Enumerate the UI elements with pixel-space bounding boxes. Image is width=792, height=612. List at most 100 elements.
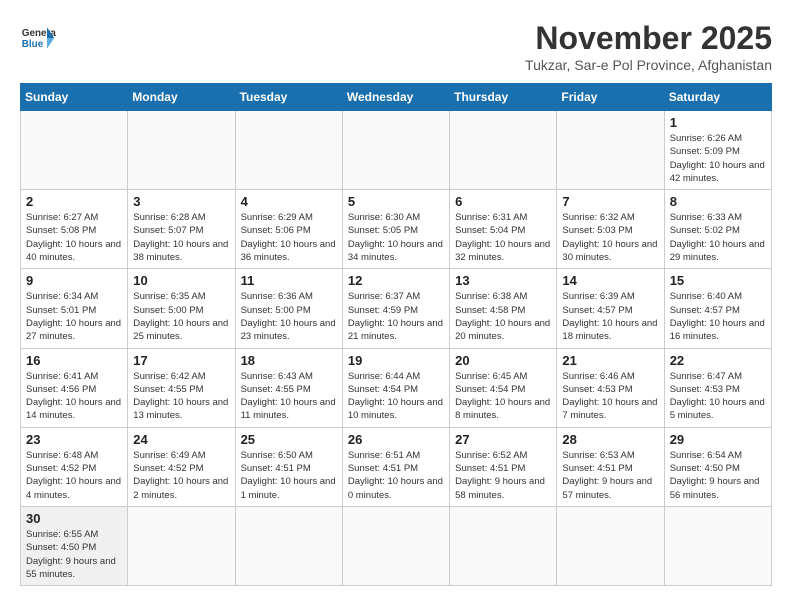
day-info: Sunrise: 6:33 AM Sunset: 5:02 PM Dayligh…: [670, 211, 766, 264]
day-number: 9: [26, 273, 122, 288]
calendar-day-cell: 10Sunrise: 6:35 AM Sunset: 5:00 PM Dayli…: [128, 269, 235, 348]
calendar-day-cell: 15Sunrise: 6:40 AM Sunset: 4:57 PM Dayli…: [664, 269, 771, 348]
day-number: 7: [562, 194, 658, 209]
logo: General Blue: [20, 20, 56, 56]
calendar-table: SundayMondayTuesdayWednesdayThursdayFrid…: [20, 83, 772, 586]
calendar-day-cell: [128, 111, 235, 190]
day-info: Sunrise: 6:27 AM Sunset: 5:08 PM Dayligh…: [26, 211, 122, 264]
day-info: Sunrise: 6:30 AM Sunset: 5:05 PM Dayligh…: [348, 211, 444, 264]
calendar-day-cell: [557, 111, 664, 190]
day-info: Sunrise: 6:36 AM Sunset: 5:00 PM Dayligh…: [241, 290, 337, 343]
day-number: 27: [455, 432, 551, 447]
calendar-week-row: 2 Sunrise: 6:27 AM Sunset: 5:08 PM Daylig…: [21, 190, 772, 269]
day-number: 26: [348, 432, 444, 447]
calendar-day-cell: 30 Sunrise: 6:55 AM Sunset: 4:50 PM Dayli…: [21, 506, 128, 585]
calendar-day-cell: 21 Sunrise: 6:46 AM Sunset: 4:53 PM Dayli…: [557, 348, 664, 427]
calendar-day-cell: 22Sunrise: 6:47 AM Sunset: 4:53 PM Dayli…: [664, 348, 771, 427]
calendar-day-cell: 9 Sunrise: 6:34 AM Sunset: 5:01 PM Daylig…: [21, 269, 128, 348]
day-info: Sunrise: 6:34 AM Sunset: 5:01 PM Dayligh…: [26, 290, 122, 343]
calendar-day-cell: 11 Sunrise: 6:36 AM Sunset: 5:00 PM Dayli…: [235, 269, 342, 348]
calendar-day-cell: 1Sunrise: 6:26 AM Sunset: 5:09 PM Daylig…: [664, 111, 771, 190]
calendar-day-cell: [342, 111, 449, 190]
day-info: Sunrise: 6:54 AM Sunset: 4:50 PM Dayligh…: [670, 449, 766, 502]
day-info: Sunrise: 6:46 AM Sunset: 4:53 PM Dayligh…: [562, 370, 658, 423]
day-number: 22: [670, 353, 766, 368]
day-number: 13: [455, 273, 551, 288]
calendar-day-cell: [235, 506, 342, 585]
calendar-day-cell: [128, 506, 235, 585]
day-info: Sunrise: 6:44 AM Sunset: 4:54 PM Dayligh…: [348, 370, 444, 423]
column-header-saturday: Saturday: [664, 84, 771, 111]
calendar-day-cell: [450, 111, 557, 190]
calendar-day-cell: [450, 506, 557, 585]
calendar-day-cell: 12 Sunrise: 6:37 AM Sunset: 4:59 PM Dayli…: [342, 269, 449, 348]
day-number: 23: [26, 432, 122, 447]
day-info: Sunrise: 6:52 AM Sunset: 4:51 PM Dayligh…: [455, 449, 551, 502]
calendar-day-cell: 8 Sunrise: 6:33 AM Sunset: 5:02 PM Daylig…: [664, 190, 771, 269]
calendar-day-cell: 20 Sunrise: 6:45 AM Sunset: 4:54 PM Dayli…: [450, 348, 557, 427]
column-header-wednesday: Wednesday: [342, 84, 449, 111]
day-info: Sunrise: 6:53 AM Sunset: 4:51 PM Dayligh…: [562, 449, 658, 502]
month-title: November 2025: [525, 20, 772, 57]
calendar-week-row: 23 Sunrise: 6:48 AM Sunset: 4:52 PM Dayli…: [21, 427, 772, 506]
calendar-day-cell: 16Sunrise: 6:41 AM Sunset: 4:56 PM Dayli…: [21, 348, 128, 427]
day-info: Sunrise: 6:48 AM Sunset: 4:52 PM Dayligh…: [26, 449, 122, 502]
calendar-day-cell: 13Sunrise: 6:38 AM Sunset: 4:58 PM Dayli…: [450, 269, 557, 348]
day-number: 10: [133, 273, 229, 288]
day-number: 16: [26, 353, 122, 368]
day-number: 12: [348, 273, 444, 288]
day-info: Sunrise: 6:50 AM Sunset: 4:51 PM Dayligh…: [241, 449, 337, 502]
day-info: Sunrise: 6:42 AM Sunset: 4:55 PM Dayligh…: [133, 370, 229, 423]
generalblue-logo-icon: General Blue: [20, 20, 56, 56]
day-info: Sunrise: 6:26 AM Sunset: 5:09 PM Dayligh…: [670, 132, 766, 185]
calendar-week-row: 30 Sunrise: 6:55 AM Sunset: 4:50 PM Dayli…: [21, 506, 772, 585]
day-number: 25: [241, 432, 337, 447]
day-number: 21: [562, 353, 658, 368]
page-header: General Blue November 2025 Tukzar, Sar-e…: [20, 20, 772, 73]
calendar-day-cell: 4 Sunrise: 6:29 AM Sunset: 5:06 PM Daylig…: [235, 190, 342, 269]
day-info: Sunrise: 6:37 AM Sunset: 4:59 PM Dayligh…: [348, 290, 444, 343]
day-number: 11: [241, 273, 337, 288]
column-header-sunday: Sunday: [21, 84, 128, 111]
day-number: 30: [26, 511, 122, 526]
day-info: Sunrise: 6:32 AM Sunset: 5:03 PM Dayligh…: [562, 211, 658, 264]
calendar-week-row: 9 Sunrise: 6:34 AM Sunset: 5:01 PM Daylig…: [21, 269, 772, 348]
day-info: Sunrise: 6:31 AM Sunset: 5:04 PM Dayligh…: [455, 211, 551, 264]
calendar-day-cell: 25 Sunrise: 6:50 AM Sunset: 4:51 PM Dayli…: [235, 427, 342, 506]
day-number: 6: [455, 194, 551, 209]
day-info: Sunrise: 6:40 AM Sunset: 4:57 PM Dayligh…: [670, 290, 766, 343]
day-number: 19: [348, 353, 444, 368]
title-block: November 2025 Tukzar, Sar-e Pol Province…: [525, 20, 772, 73]
day-number: 8: [670, 194, 766, 209]
day-info: Sunrise: 6:43 AM Sunset: 4:55 PM Dayligh…: [241, 370, 337, 423]
day-info: Sunrise: 6:49 AM Sunset: 4:52 PM Dayligh…: [133, 449, 229, 502]
calendar-day-cell: 5 Sunrise: 6:30 AM Sunset: 5:05 PM Daylig…: [342, 190, 449, 269]
day-number: 29: [670, 432, 766, 447]
calendar-day-cell: 26Sunrise: 6:51 AM Sunset: 4:51 PM Dayli…: [342, 427, 449, 506]
day-number: 20: [455, 353, 551, 368]
day-number: 18: [241, 353, 337, 368]
calendar-day-cell: 14Sunrise: 6:39 AM Sunset: 4:57 PM Dayli…: [557, 269, 664, 348]
day-info: Sunrise: 6:45 AM Sunset: 4:54 PM Dayligh…: [455, 370, 551, 423]
calendar-day-cell: 3Sunrise: 6:28 AM Sunset: 5:07 PM Daylig…: [128, 190, 235, 269]
calendar-day-cell: 7 Sunrise: 6:32 AM Sunset: 5:03 PM Daylig…: [557, 190, 664, 269]
calendar-day-cell: 24Sunrise: 6:49 AM Sunset: 4:52 PM Dayli…: [128, 427, 235, 506]
day-info: Sunrise: 6:55 AM Sunset: 4:50 PM Dayligh…: [26, 528, 122, 581]
calendar-header-row: SundayMondayTuesdayWednesdayThursdayFrid…: [21, 84, 772, 111]
day-number: 14: [562, 273, 658, 288]
day-info: Sunrise: 6:28 AM Sunset: 5:07 PM Dayligh…: [133, 211, 229, 264]
day-info: Sunrise: 6:29 AM Sunset: 5:06 PM Dayligh…: [241, 211, 337, 264]
calendar-day-cell: [557, 506, 664, 585]
column-header-friday: Friday: [557, 84, 664, 111]
column-header-monday: Monday: [128, 84, 235, 111]
day-number: 4: [241, 194, 337, 209]
calendar-day-cell: [235, 111, 342, 190]
day-number: 2: [26, 194, 122, 209]
day-number: 5: [348, 194, 444, 209]
column-header-tuesday: Tuesday: [235, 84, 342, 111]
calendar-day-cell: 2 Sunrise: 6:27 AM Sunset: 5:08 PM Daylig…: [21, 190, 128, 269]
calendar-day-cell: [664, 506, 771, 585]
calendar-day-cell: 19 Sunrise: 6:44 AM Sunset: 4:54 PM Dayli…: [342, 348, 449, 427]
calendar-day-cell: 28Sunrise: 6:53 AM Sunset: 4:51 PM Dayli…: [557, 427, 664, 506]
subtitle: Tukzar, Sar-e Pol Province, Afghanistan: [525, 57, 772, 73]
